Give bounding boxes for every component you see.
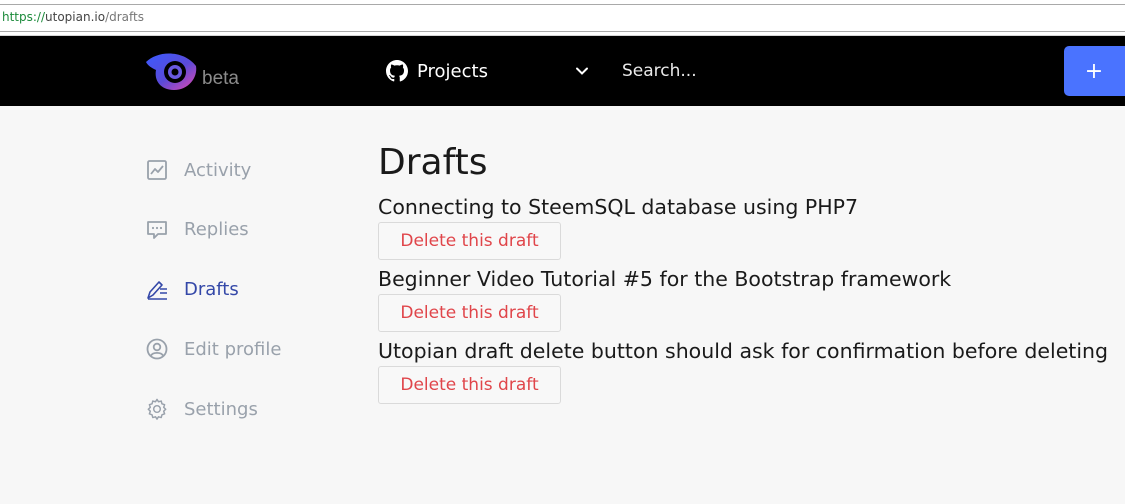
drafts-main: Drafts Connecting to SteemSQL database u… — [378, 140, 1118, 404]
logo-beta-label: beta — [202, 68, 239, 89]
draft-item: Beginner Video Tutorial #5 for the Boots… — [378, 266, 1118, 332]
replies-comment-icon — [145, 218, 169, 242]
user-profile-icon — [145, 337, 169, 361]
sidebar-item-edit-profile[interactable]: Edit profile — [145, 329, 345, 369]
sidebar-item-label: Edit profile — [184, 338, 282, 360]
projects-label: Projects — [417, 60, 488, 82]
utopian-logo-icon[interactable] — [144, 48, 200, 94]
projects-menu[interactable]: Projects — [386, 56, 488, 86]
sidebar-item-drafts[interactable]: Drafts — [145, 270, 345, 310]
draft-title[interactable]: Beginner Video Tutorial #5 for the Boots… — [378, 266, 1118, 292]
draft-title[interactable]: Connecting to SteemSQL database using PH… — [378, 194, 1118, 220]
sidebar-item-label: Drafts — [184, 279, 239, 301]
draft-item: Connecting to SteemSQL database using PH… — [378, 194, 1118, 260]
page-title: Drafts — [378, 142, 488, 183]
sidebar-item-label: Settings — [184, 398, 258, 420]
gear-icon — [145, 397, 169, 421]
url-scheme: https:// — [2, 10, 46, 24]
pen-drafts-icon — [145, 278, 169, 302]
search-input[interactable] — [610, 54, 1010, 88]
delete-draft-button[interactable]: Delete this draft — [378, 294, 561, 332]
sidebar-item-label: Replies — [184, 219, 249, 241]
url-path: /drafts — [105, 10, 144, 24]
activity-chart-icon — [145, 158, 169, 182]
draft-title[interactable]: Utopian draft delete button should ask f… — [378, 338, 1118, 364]
sidebar-item-label: Activity — [184, 159, 252, 181]
draft-item: Utopian draft delete button should ask f… — [378, 338, 1118, 404]
browser-address-bar: https://utopian.io/drafts — [0, 0, 1125, 36]
create-contribution-button[interactable]: + — [1064, 46, 1125, 96]
sidebar-item-replies[interactable]: Replies — [145, 210, 345, 250]
url-field[interactable]: https://utopian.io/drafts — [0, 4, 1125, 32]
sidebar-item-settings[interactable]: Settings — [145, 389, 345, 429]
sidebar-item-activity[interactable]: Activity — [145, 150, 345, 190]
chevron-down-icon[interactable] — [574, 63, 590, 79]
url-text: https://utopian.io/drafts — [2, 10, 144, 24]
url-host: utopian.io — [45, 10, 106, 24]
sidebar-nav: Activity Replies Drafts Edit profile Set… — [145, 150, 345, 449]
delete-draft-button[interactable]: Delete this draft — [378, 366, 561, 404]
delete-draft-button[interactable]: Delete this draft — [378, 222, 561, 260]
top-navbar: beta Projects + — [0, 36, 1125, 106]
github-icon — [386, 60, 408, 82]
